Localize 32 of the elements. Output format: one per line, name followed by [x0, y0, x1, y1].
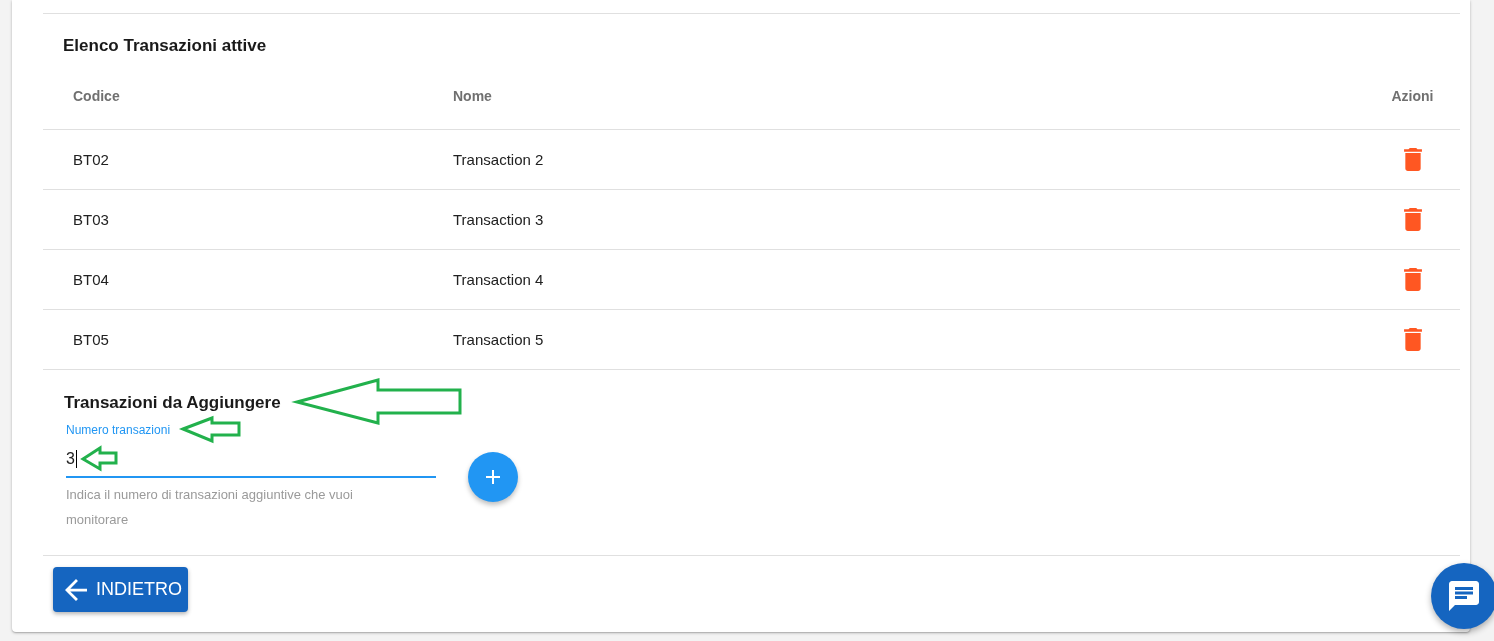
trash-icon	[1403, 268, 1422, 291]
table-cell: Transaction 4	[453, 271, 544, 288]
delete-button[interactable]	[1403, 268, 1422, 291]
column-header: Azioni	[1391, 87, 1434, 104]
back-button[interactable]: INDIETRO	[53, 567, 188, 612]
text-cursor	[75, 450, 77, 468]
helper-text: Indica il numero di transazioni aggiuntive che vuoi monitorare	[66, 486, 354, 529]
column-header: Codice	[72, 87, 120, 104]
plus-icon	[486, 470, 500, 484]
section-title: Elenco Transazioni attive	[62, 36, 267, 56]
trash-icon	[1403, 328, 1422, 351]
table-cell: Transaction 5	[453, 331, 544, 348]
delete-button[interactable]	[1403, 208, 1422, 231]
field-label: Numero transazioni	[66, 422, 171, 438]
annotation-arrow	[81, 446, 118, 471]
chat-icon	[1449, 581, 1479, 611]
number-input[interactable]: 3	[66, 438, 436, 478]
table-cell: Transaction 3	[453, 211, 544, 228]
delete-button[interactable]	[1403, 328, 1422, 351]
arrow-left-icon	[65, 578, 87, 601]
add-button[interactable]	[468, 452, 518, 502]
table-cell-text: BT03	[72, 211, 109, 228]
table-cell-text: BT05	[72, 331, 109, 348]
table-cell-text: BT02	[72, 151, 109, 168]
trash-icon	[1403, 208, 1422, 231]
table-cell-text: BT04	[72, 271, 109, 288]
trash-icon	[1403, 148, 1422, 171]
delete-button[interactable]	[1403, 148, 1422, 171]
annotation-arrow	[181, 416, 241, 443]
column-header: Nome	[453, 87, 492, 104]
table-cell: Transaction 2	[453, 151, 544, 168]
section-title: Transazioni da Aggiungere	[64, 393, 281, 413]
